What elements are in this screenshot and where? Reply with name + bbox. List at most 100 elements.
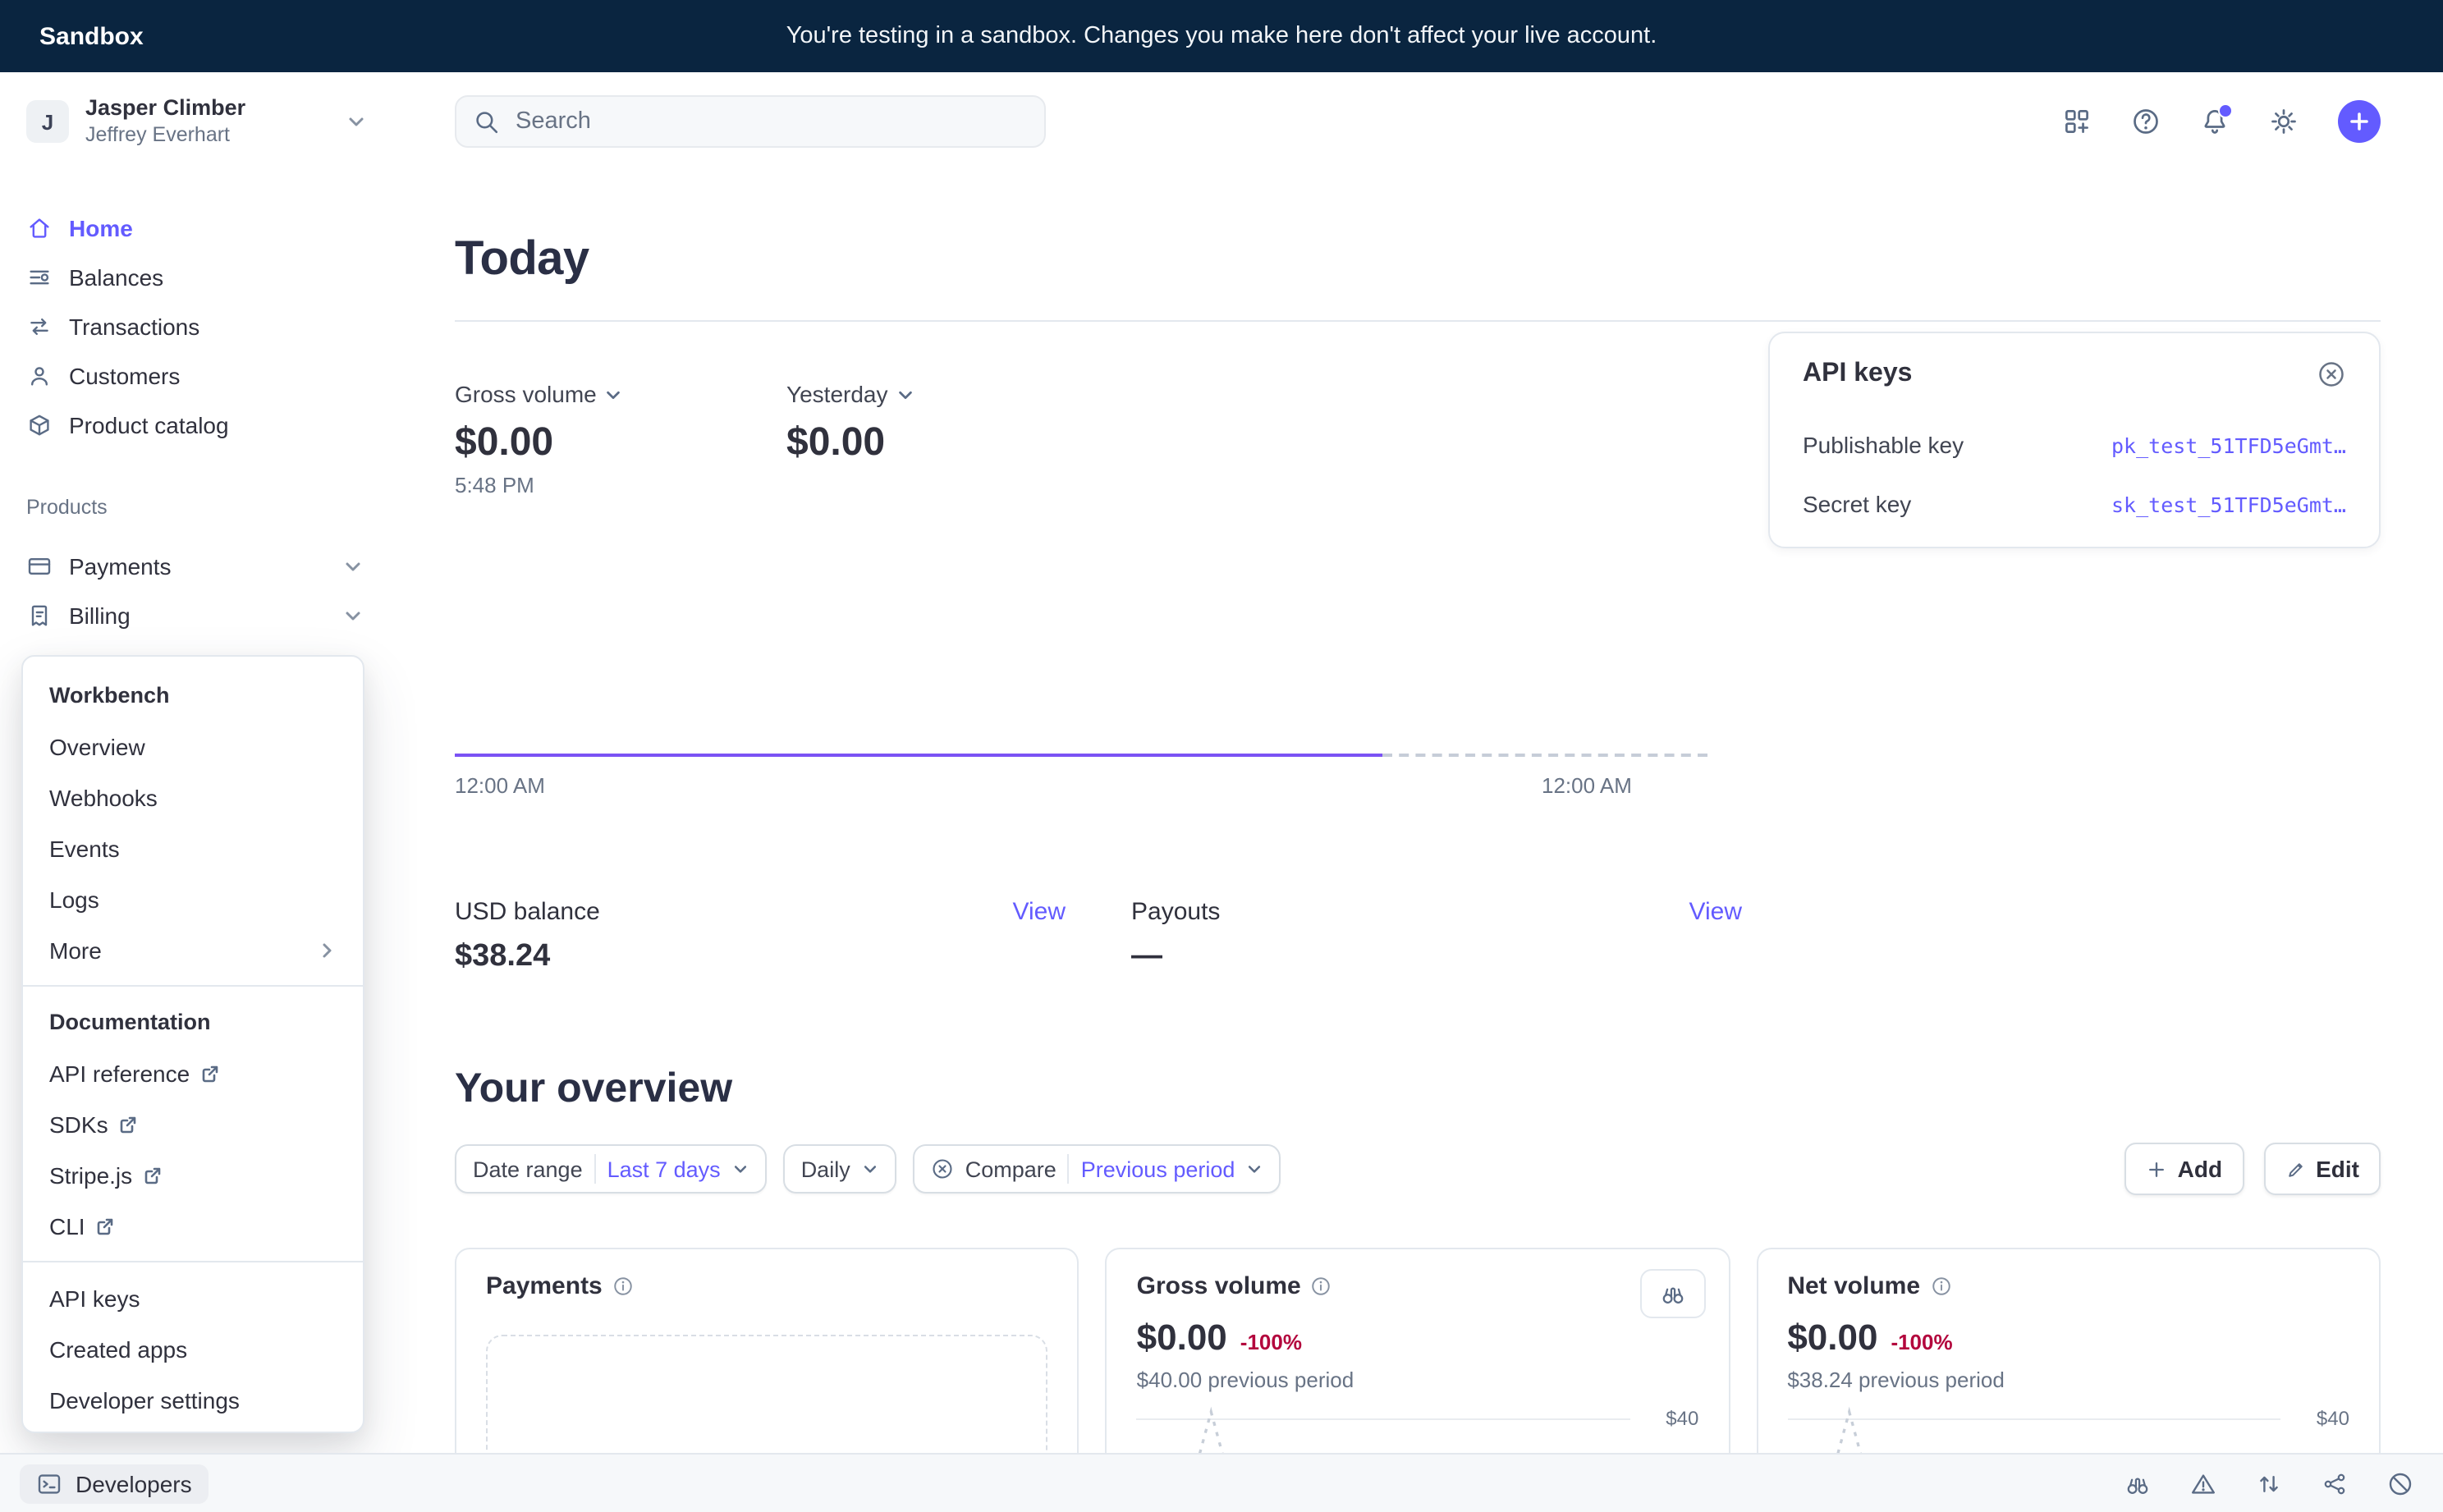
interval-filter[interactable]: Daily — [783, 1144, 896, 1194]
payouts-block: Payouts — View — [1131, 898, 1742, 975]
sidebar-item-payments[interactable]: Payments — [0, 542, 389, 591]
sandbox-label: Sandbox — [39, 22, 144, 50]
chevron-down-icon[interactable] — [343, 557, 363, 576]
usd-balance-view-link[interactable]: View — [1013, 898, 1066, 926]
settings-gear-icon[interactable] — [2269, 107, 2299, 136]
products-section-label: Products — [0, 450, 389, 529]
sidebar-item-home[interactable]: Home — [0, 204, 389, 253]
developers-button[interactable]: Developers — [20, 1464, 209, 1503]
menu-item-label: Stripe.js — [49, 1161, 132, 1188]
menu-item-developer-settings[interactable]: Developer settings — [23, 1374, 363, 1425]
gross-volume-delta: -100% — [1240, 1330, 1302, 1354]
date-range-filter[interactable]: Date range Last 7 days — [455, 1144, 767, 1194]
menu-item-created-apps[interactable]: Created apps — [23, 1323, 363, 1374]
sidebar-item-label: Payments — [69, 553, 172, 580]
payouts-view-link[interactable]: View — [1689, 898, 1743, 926]
gross-volume-label: Gross volume — [455, 381, 597, 407]
info-icon[interactable] — [1311, 1276, 1332, 1297]
workbench-menu-title: Workbench — [23, 670, 363, 721]
net-volume-card-title: Net volume — [1787, 1272, 1920, 1300]
info-icon[interactable] — [1930, 1276, 1951, 1297]
gross-volume-selector[interactable]: Gross volume — [455, 381, 623, 407]
secret-key-label: Secret key — [1803, 491, 1911, 517]
sidebar-item-billing[interactable]: Billing — [0, 591, 389, 640]
menu-item-label: Logs — [49, 886, 99, 912]
secret-key-value[interactable]: sk_test_51TFD5eGmt… — [2111, 492, 2346, 516]
sidebar-item-customers[interactable]: Customers — [0, 351, 389, 401]
help-icon[interactable] — [2131, 107, 2161, 136]
menu-item-api-keys[interactable]: API keys — [23, 1272, 363, 1323]
menu-item-label: Webhooks — [49, 784, 158, 810]
compare-filter[interactable]: Compare Previous period — [913, 1144, 1281, 1194]
search-input[interactable] — [512, 107, 1028, 136]
menu-item-label: Created apps — [49, 1336, 187, 1362]
main-content: Today Gross volume $0.00 5:48 PM Yesterd… — [389, 72, 2443, 1512]
net-volume-previous: $38.24 previous period — [1787, 1368, 2349, 1392]
billing-icon — [26, 603, 53, 629]
sidebar-item-product-catalog[interactable]: Product catalog — [0, 401, 389, 450]
home-icon — [26, 215, 53, 241]
gross-volume-previous: $40.00 previous period — [1137, 1368, 1699, 1392]
sidebar-item-label: Balances — [69, 264, 163, 291]
create-button[interactable] — [2338, 100, 2381, 143]
account-subname: Jeffrey Everhart — [85, 123, 330, 148]
chevron-down-icon — [732, 1161, 749, 1177]
edit-button[interactable]: Edit — [2263, 1143, 2381, 1195]
yesterday-selector[interactable]: Yesterday — [786, 381, 914, 407]
compare-value: Previous period — [1081, 1157, 1235, 1181]
sidebar-item-balances[interactable]: Balances — [0, 253, 389, 302]
add-button[interactable]: Add — [2125, 1143, 2244, 1195]
chevron-down-icon — [346, 112, 366, 131]
gross-volume-value: $0.00 — [455, 420, 786, 466]
net-volume-card-value: $0.00 — [1787, 1317, 1877, 1359]
search-icon — [473, 108, 499, 135]
menu-item-sdks[interactable]: SDKs — [23, 1098, 363, 1149]
date-range-value: Last 7 days — [607, 1157, 721, 1181]
sidebar-item-label: Billing — [69, 603, 131, 629]
payouts-label: Payouts — [1131, 898, 1220, 926]
external-link-icon — [142, 1165, 162, 1184]
menu-item-logs[interactable]: Logs — [23, 873, 363, 924]
menu-item-cli[interactable]: CLI — [23, 1200, 363, 1251]
chevron-down-icon — [862, 1161, 878, 1177]
menu-item-more[interactable]: More — [23, 924, 363, 975]
close-icon[interactable] — [2317, 360, 2346, 389]
menu-item-label: SDKs — [49, 1111, 108, 1137]
binoculars-icon[interactable] — [2124, 1470, 2151, 1496]
menu-item-overview[interactable]: Overview — [23, 721, 363, 772]
sidebar-item-label: Product catalog — [69, 412, 229, 438]
customers-icon — [26, 363, 53, 389]
stripe-sandbox-dashboard: Sandbox You're testing in a sandbox. Cha… — [0, 0, 2443, 1512]
chevron-down-icon — [896, 385, 914, 403]
sandboxes-icon[interactable] — [2062, 107, 2092, 136]
pencil-icon — [2285, 1158, 2306, 1180]
remove-compare-icon[interactable] — [931, 1157, 954, 1180]
warning-icon[interactable] — [2190, 1470, 2216, 1496]
chevron-down-icon — [605, 385, 623, 403]
developers-label: Developers — [76, 1470, 192, 1496]
add-button-label: Add — [2178, 1156, 2222, 1182]
payments-card-title: Payments — [486, 1272, 603, 1300]
sidebar-item-transactions[interactable]: Transactions — [0, 302, 389, 351]
account-switcher[interactable]: J Jasper Climber Jeffrey Everhart — [0, 94, 389, 149]
circle-slash-icon[interactable] — [2387, 1470, 2413, 1496]
menu-item-api-reference[interactable]: API reference — [23, 1047, 363, 1098]
explore-binoculars-button[interactable] — [1639, 1269, 1705, 1318]
publishable-key-value[interactable]: pk_test_51TFD5eGmt… — [2111, 433, 2346, 457]
info-icon[interactable] — [612, 1276, 634, 1297]
sidebar-nav: Home Balances Transactions Customers Pro… — [0, 204, 389, 450]
api-keys-card: API keys Publishable key pk_test_51TFD5e… — [1768, 332, 2381, 548]
chevron-down-icon[interactable] — [343, 606, 363, 625]
search-bar[interactable] — [455, 95, 1046, 148]
documentation-menu-title: Documentation — [23, 997, 363, 1047]
menu-item-stripe-js[interactable]: Stripe.js — [23, 1149, 363, 1200]
menu-item-webhooks[interactable]: Webhooks — [23, 772, 363, 822]
product-catalog-icon — [26, 412, 53, 438]
notifications-icon[interactable] — [2200, 107, 2230, 136]
menu-item-events[interactable]: Events — [23, 822, 363, 873]
plus-icon — [2147, 1158, 2168, 1180]
sort-arrows-icon[interactable] — [2256, 1470, 2282, 1496]
gross-volume-card-value: $0.00 — [1137, 1317, 1227, 1359]
connections-icon[interactable] — [2322, 1470, 2348, 1496]
menu-item-label: CLI — [49, 1212, 85, 1239]
